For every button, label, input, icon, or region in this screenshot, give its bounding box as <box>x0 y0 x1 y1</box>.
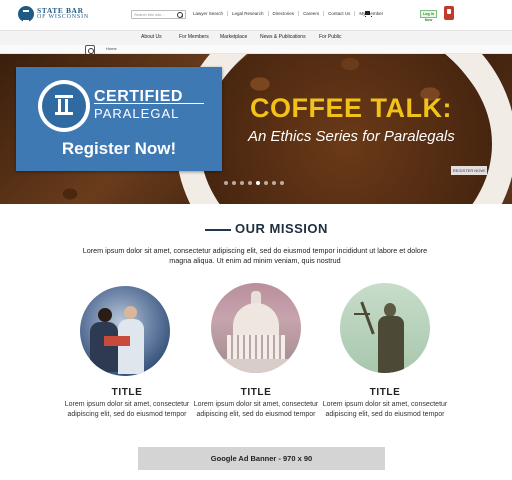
capitol-base <box>219 359 293 373</box>
carousel-dot[interactable] <box>272 181 276 185</box>
breadcrumb-current: Home <box>106 46 117 51</box>
main-nav: About Us For Members Marketplace News & … <box>0 30 512 45</box>
justice-scale <box>354 313 370 315</box>
person-head <box>98 308 112 322</box>
search-placeholder: Search this site... <box>134 12 165 17</box>
nav-item-for-public[interactable]: For Public <box>319 34 342 40</box>
nav-item-marketplace[interactable]: Marketplace <box>220 34 247 40</box>
utility-links: Lawyer Search Legal Research Directories… <box>189 11 387 16</box>
utility-link-contact-us[interactable]: Contact Us <box>323 11 354 16</box>
person-figure <box>90 322 118 372</box>
register-now-cta[interactable]: Register Now! <box>16 139 222 159</box>
carousel-dot[interactable] <box>264 181 268 185</box>
capitol-dome <box>233 303 279 335</box>
card-2-body: Lorem ipsum dolor sit amet, consectetur … <box>193 401 319 418</box>
state-bar-seal-icon <box>18 6 34 22</box>
utility-link-lawyer-search[interactable]: Lawyer Search <box>189 11 227 16</box>
person-head <box>124 306 137 319</box>
pillars-icon <box>55 95 73 115</box>
statue-arm <box>360 301 375 335</box>
ad-banner[interactable]: Google Ad Banner - 970 x 90 <box>138 447 385 470</box>
nav-item-news-publications[interactable]: News & Publications <box>260 34 306 40</box>
carousel-dot[interactable] <box>224 181 228 185</box>
cart-icon[interactable] <box>364 11 372 17</box>
top-header: STATE BAR OF WISCONSIN Search this site.… <box>0 0 512 30</box>
state-bar-seal-icon <box>38 80 90 132</box>
hero-subheadline: An Ethics Series for Paralegals <box>248 128 455 145</box>
promo-badge-icon[interactable] <box>444 6 454 20</box>
hero-register-button[interactable]: REGISTER NOW! <box>451 166 487 175</box>
site-search-input[interactable]: Search this site... <box>131 10 186 19</box>
capitol-columns <box>227 335 285 359</box>
mission-heading: OUR MISSION <box>235 221 328 236</box>
cert-title-line-1: CERTIFIED <box>94 88 183 105</box>
utility-link-directories[interactable]: Directories <box>267 11 299 16</box>
carousel-dot-active[interactable] <box>256 181 260 185</box>
card-1-body: Lorem ipsum dolor sit amet, consectetur … <box>64 401 190 418</box>
card-3-image[interactable] <box>340 283 430 373</box>
card-1-image[interactable] <box>80 286 170 376</box>
card-3-body: Lorem ipsum dolor sit amet, consectetur … <box>322 401 448 418</box>
certified-paralegal-panel[interactable]: CERTIFIED PARALEGAL Register Now! <box>16 67 222 171</box>
login-button[interactable]: Log In Now <box>420 10 437 22</box>
carousel-dot[interactable] <box>248 181 252 185</box>
carousel-dot[interactable] <box>240 181 244 185</box>
nav-item-about-us[interactable]: About Us <box>141 34 162 40</box>
book-shape <box>104 336 130 346</box>
person-figure <box>118 319 144 374</box>
search-icon[interactable] <box>177 11 183 18</box>
hero-headline: COFFEE TALK: <box>250 93 452 123</box>
utility-link-careers[interactable]: Careers <box>298 11 323 16</box>
state-bar-logo[interactable]: STATE BAR OF WISCONSIN <box>18 6 89 22</box>
statue-body <box>378 316 404 373</box>
logo-line-1: STATE BAR <box>37 6 84 15</box>
statue-head <box>384 303 396 317</box>
carousel-dot[interactable] <box>280 181 284 185</box>
card-1-title[interactable]: TITLE <box>57 387 197 398</box>
logo-line-2: OF WISCONSIN <box>37 14 89 20</box>
utility-link-legal-research[interactable]: Legal Research <box>227 11 268 16</box>
card-2-title[interactable]: TITLE <box>186 387 326 398</box>
breadcrumb: Home <box>0 45 512 55</box>
carousel-dots <box>224 181 284 185</box>
cert-title-line-2: PARALEGAL <box>94 106 180 121</box>
carousel-dot[interactable] <box>232 181 236 185</box>
card-2-image[interactable] <box>211 283 301 373</box>
mission-body: Lorem ipsum dolor sit amet, consectetur … <box>82 246 428 265</box>
nav-item-for-members[interactable]: For Members <box>179 34 209 40</box>
mission-heading-rule <box>205 229 231 231</box>
card-3-title[interactable]: TITLE <box>315 387 455 398</box>
logo-text: STATE BAR OF WISCONSIN <box>37 7 89 21</box>
